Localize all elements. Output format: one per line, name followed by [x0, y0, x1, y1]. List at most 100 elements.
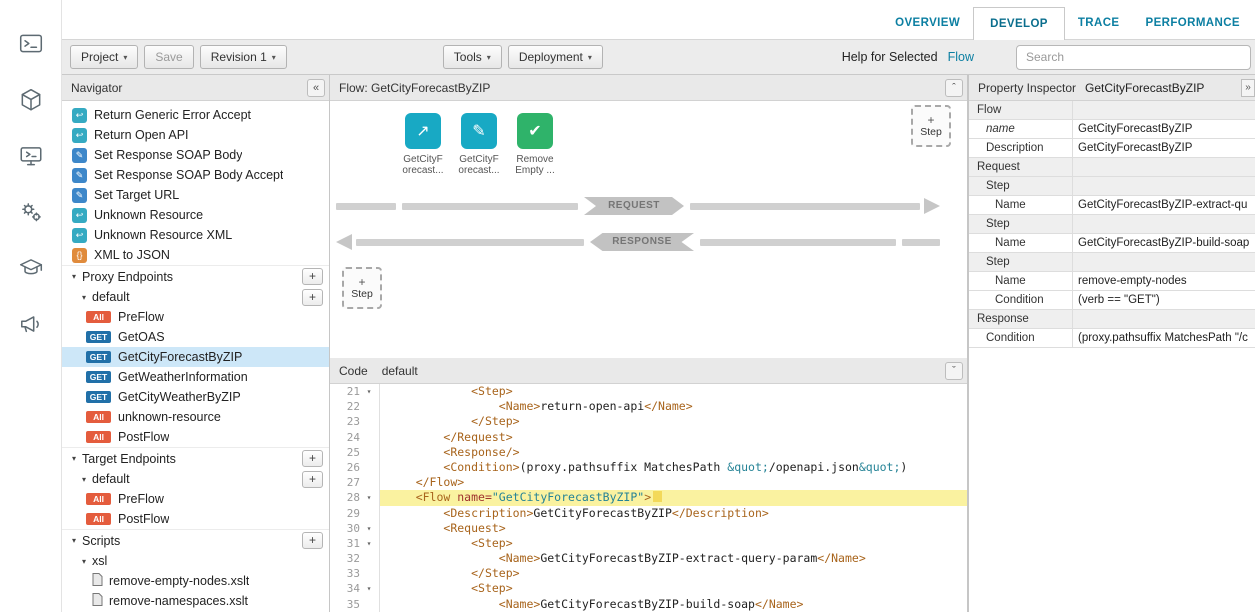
navigator-flow-item[interactable]: AllPostFlow: [62, 509, 329, 529]
code-token: </Name>: [755, 597, 803, 611]
add-target-default-button[interactable]: +: [302, 471, 323, 488]
terminal-icon[interactable]: [0, 16, 62, 72]
navigator-flow-item[interactable]: GETGetCityForecastByZIP: [62, 347, 329, 367]
announcement-megaphone-icon[interactable]: [0, 296, 62, 352]
navigator-script-file[interactable]: remove-namespaces.xslt: [62, 591, 329, 611]
code-line[interactable]: 35 <Name>GetCityForecastByZIP-build-soap…: [330, 597, 967, 612]
gutter-spacer: [360, 475, 378, 490]
navigator-flow-item[interactable]: AllPreFlow: [62, 489, 329, 509]
property-inspector-header: Property Inspector GetCityForecastByZIP …: [969, 75, 1255, 101]
save-button[interactable]: Save: [144, 45, 193, 69]
code-text: <Flow name="GetCityForecastByZIP">: [380, 490, 662, 504]
code-line[interactable]: 34▾ <Step>: [330, 581, 967, 596]
project-button[interactable]: Project▾: [70, 45, 138, 69]
navigator-section-scripts[interactable]: ▾Scripts+: [62, 529, 329, 551]
tab-develop[interactable]: DEVELOP: [973, 7, 1065, 40]
add-scripts-button[interactable]: +: [302, 532, 323, 549]
code-line[interactable]: 21▾ <Step>: [330, 384, 967, 399]
search-input[interactable]: [1016, 45, 1251, 70]
inspector-value[interactable]: remove-empty-nodes: [1073, 272, 1255, 290]
fold-toggle-icon[interactable]: ▾: [360, 581, 378, 596]
inspector-value[interactable]: (proxy.pathsuffix MatchesPath "/c: [1073, 329, 1255, 347]
navigator-policy-item[interactable]: ✎Set Target URL: [62, 185, 329, 205]
method-badge: GET: [86, 391, 111, 403]
code-line[interactable]: 28▾ <Flow name="GetCityForecastByZIP">: [330, 490, 967, 505]
navigator-script-file[interactable]: remove-empty-nodes.xslt: [62, 571, 329, 591]
add-step-button-response[interactable]: + Step: [342, 267, 382, 309]
revision-button[interactable]: Revision 1▾: [200, 45, 287, 69]
fold-toggle-icon[interactable]: ▾: [360, 384, 378, 399]
inspector-value[interactable]: GetCityForecastByZIP: [1073, 139, 1255, 157]
inspector-property-row: DescriptionGetCityForecastByZIP: [969, 139, 1255, 158]
navigator-flow-item[interactable]: AllPreFlow: [62, 307, 329, 327]
code-line[interactable]: 31▾ <Step>: [330, 536, 967, 551]
code-line[interactable]: 27 </Flow>: [330, 475, 967, 490]
navigator-section-proxy-endpoints[interactable]: ▾Proxy Endpoints+: [62, 265, 329, 287]
toolbar-right: Help for Selected Flow: [842, 45, 1255, 70]
code-line[interactable]: 25 <Response/>: [330, 445, 967, 460]
inspector-value: [1073, 177, 1255, 195]
tab-trace[interactable]: TRACE: [1065, 7, 1133, 39]
code-line[interactable]: 32 <Name>GetCityForecastByZIP-extract-qu…: [330, 551, 967, 566]
code-token: [388, 399, 499, 413]
code-line[interactable]: 23 </Step>: [330, 414, 967, 429]
inspector-value[interactable]: GetCityForecastByZIP: [1073, 120, 1255, 138]
code-line-content: <Response/>: [380, 445, 967, 460]
tab-performance[interactable]: PERFORMANCE: [1133, 7, 1254, 39]
navigator-section-scripts-folder[interactable]: ▾xsl: [62, 551, 329, 571]
navigator-policy-item[interactable]: {}XML to JSON: [62, 245, 329, 265]
fold-toggle-icon[interactable]: ▾: [360, 490, 378, 505]
inspector-label: Step: [969, 215, 1073, 233]
tab-overview[interactable]: OVERVIEW: [882, 7, 973, 39]
navigator-policy-item[interactable]: ✎Set Response SOAP Body Accept: [62, 165, 329, 185]
navigator-flow-item[interactable]: GETGetOAS: [62, 327, 329, 347]
navigator-policy-item[interactable]: ✎Set Response SOAP Body: [62, 145, 329, 165]
code-file-tab[interactable]: default: [382, 364, 418, 378]
flow-step-1[interactable]: ↗GetCityForecast...: [395, 113, 451, 176]
inspector-collapse-icon[interactable]: »: [1241, 79, 1255, 97]
code-line[interactable]: 30▾ <Request>: [330, 521, 967, 536]
navigator-flow-item[interactable]: Allunknown-resource: [62, 407, 329, 427]
proxy-monitor-icon[interactable]: [0, 128, 62, 184]
code-token: [388, 521, 443, 535]
navigator-policy-item[interactable]: ↩Return Open API: [62, 125, 329, 145]
help-flow-link[interactable]: Flow: [948, 50, 974, 64]
flow-collapse-icon[interactable]: ˆ: [945, 79, 963, 97]
code-line[interactable]: 29 <Description>GetCityForecastByZIP</De…: [330, 506, 967, 521]
navigator-collapse-icon[interactable]: «: [307, 79, 325, 97]
navigator-policy-item[interactable]: ↩Unknown Resource: [62, 205, 329, 225]
code-line[interactable]: 26 <Condition>(proxy.pathsuffix MatchesP…: [330, 460, 967, 475]
code-line[interactable]: 33 </Step>: [330, 566, 967, 581]
add-proxy-default-button[interactable]: +: [302, 289, 323, 306]
fold-toggle-icon[interactable]: ▾: [360, 521, 378, 536]
code-panel: Code default ˇ 21▾ <Step>22 <Name>return…: [330, 358, 968, 612]
navigator-flow-item[interactable]: AllPostFlow: [62, 427, 329, 447]
navigator-policy-item[interactable]: ↩Return Generic Error Accept: [62, 105, 329, 125]
navigator-flow-item[interactable]: GETGetWeatherInformation: [62, 367, 329, 387]
navigator-section-target-default[interactable]: ▾default+: [62, 469, 329, 489]
add-proxy-endpoints-button[interactable]: +: [302, 268, 323, 285]
inspector-value[interactable]: GetCityForecastByZIP-build-soap: [1073, 234, 1255, 252]
package-icon[interactable]: [0, 72, 62, 128]
add-target-endpoints-button[interactable]: +: [302, 450, 323, 467]
code-editor[interactable]: 21▾ <Step>22 <Name>return-open-api</Name…: [330, 384, 967, 612]
code-token: </Request>: [443, 430, 512, 444]
navigator-policy-item[interactable]: ↩Unknown Resource XML: [62, 225, 329, 245]
inspector-value[interactable]: GetCityForecastByZIP-extract-qu: [1073, 196, 1255, 214]
fold-toggle-icon[interactable]: ▾: [360, 536, 378, 551]
code-line[interactable]: 22 <Name>return-open-api</Name>: [330, 399, 967, 414]
settings-gears-icon[interactable]: [0, 184, 62, 240]
navigator-flow-item[interactable]: GETGetCityWeatherByZIP: [62, 387, 329, 407]
flow-step-3[interactable]: ✔RemoveEmpty ...: [507, 113, 563, 176]
code-line[interactable]: 24 </Request>: [330, 430, 967, 445]
navigator-section-target-endpoints[interactable]: ▾Target Endpoints+: [62, 447, 329, 469]
deployment-button[interactable]: Deployment▾: [508, 45, 603, 69]
learning-cap-icon[interactable]: [0, 240, 62, 296]
inspector-property-row: NameGetCityForecastByZIP-extract-qu: [969, 196, 1255, 215]
tools-button[interactable]: Tools▾: [443, 45, 502, 69]
add-step-button-request[interactable]: + Step: [911, 105, 951, 147]
navigator-section-proxy-default[interactable]: ▾default+: [62, 287, 329, 307]
code-collapse-icon[interactable]: ˇ: [945, 362, 963, 380]
flow-step-2[interactable]: ✎GetCityForecast...: [451, 113, 507, 176]
inspector-value[interactable]: (verb == "GET"): [1073, 291, 1255, 309]
